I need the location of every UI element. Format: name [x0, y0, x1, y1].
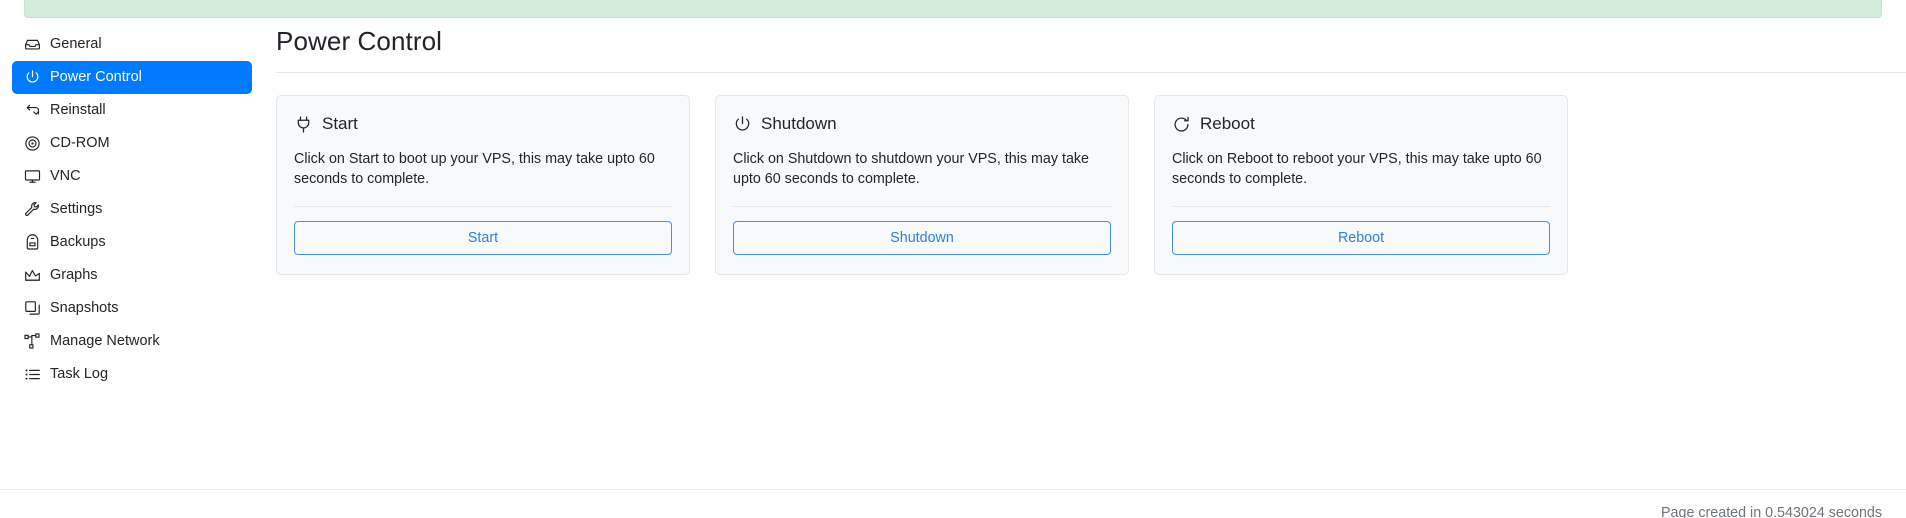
card-divider: [1172, 206, 1550, 207]
sidebar-item-vnc[interactable]: VNC: [12, 160, 252, 193]
card-header: Reboot: [1172, 113, 1550, 135]
inbox-icon: [24, 36, 41, 53]
sidebar-item-cd-rom[interactable]: CD-ROM: [12, 127, 252, 160]
wrench-icon: [24, 201, 41, 218]
sidebar-item-general[interactable]: General: [12, 28, 252, 61]
sidebar-item-label: Settings: [50, 201, 103, 218]
card-divider: [294, 206, 672, 207]
title-divider: [276, 72, 1906, 73]
card-title: Reboot: [1200, 114, 1255, 133]
sidebar-item-label: Reinstall: [50, 102, 106, 119]
disc-icon: [24, 135, 41, 152]
card-title: Shutdown: [761, 114, 837, 133]
sidebar-item-graphs[interactable]: Graphs: [12, 259, 252, 292]
monitor-icon: [24, 168, 41, 185]
plug-icon: [294, 115, 313, 134]
sidebar-item-label: Manage Network: [50, 333, 160, 350]
main-content: Power Control Start Click on Start to bo…: [276, 24, 1906, 275]
refresh-icon: [1172, 115, 1191, 134]
app-root: General Power Control Reinstall CD-ROM V…: [0, 0, 1906, 518]
card-description: Click on Start to boot up your VPS, this…: [294, 151, 655, 187]
sidebar-item-label: General: [50, 36, 102, 53]
start-button[interactable]: Start: [294, 221, 672, 255]
backpack-icon: [24, 234, 41, 251]
card-header: Shutdown: [733, 113, 1111, 135]
reboot-button[interactable]: Reboot: [1172, 221, 1550, 255]
sidebar-item-backups[interactable]: Backups: [12, 226, 252, 259]
sidebar-item-label: Task Log: [50, 366, 109, 383]
sidebar-item-label: Graphs: [50, 267, 98, 284]
sidebar-item-label: VNC: [50, 168, 81, 185]
sidebar-item-label: Backups: [50, 234, 106, 251]
sidebar-item-settings[interactable]: Settings: [12, 193, 252, 226]
card-title: Start: [322, 114, 358, 133]
page-title: Power Control: [276, 26, 443, 56]
sidebar-item-manage-network[interactable]: Manage Network: [12, 325, 252, 358]
sidebar-item-label: Snapshots: [50, 300, 119, 317]
sidebar-item-label: Power Control: [50, 69, 142, 86]
power-card-shutdown: Shutdown Click on Shutdown to shutdown y…: [715, 95, 1129, 275]
sidebar-item-label: CD-ROM: [50, 135, 110, 152]
card-divider: [733, 206, 1111, 207]
reinstall-icon: [24, 102, 41, 119]
sidebar-item-snapshots[interactable]: Snapshots: [12, 292, 252, 325]
card-description: Click on Reboot to reboot your VPS, this…: [1172, 151, 1542, 187]
shutdown-button[interactable]: Shutdown: [733, 221, 1111, 255]
network-nodes-icon: [24, 333, 41, 350]
footer-divider: [0, 489, 1906, 490]
power-card-reboot: Reboot Click on Reboot to reboot your VP…: [1154, 95, 1568, 275]
page-generation-time: Page created in 0.543024 seconds: [1661, 505, 1882, 518]
power-card-start: Start Click on Start to boot up your VPS…: [276, 95, 690, 275]
power-icon: [733, 115, 752, 134]
sidebar-nav: General Power Control Reinstall CD-ROM V…: [12, 28, 252, 391]
list-icon: [24, 366, 41, 383]
chart-area-icon: [24, 267, 41, 284]
power-action-cards: Start Click on Start to boot up your VPS…: [276, 95, 1906, 275]
sidebar-item-reinstall[interactable]: Reinstall: [12, 94, 252, 127]
sidebar-item-power-control[interactable]: Power Control: [12, 61, 252, 94]
card-header: Start: [294, 113, 672, 135]
sidebar-item-task-log[interactable]: Task Log: [12, 358, 252, 391]
card-description: Click on Shutdown to shutdown your VPS, …: [733, 151, 1090, 187]
status-alert-banner: [24, 0, 1882, 18]
power-icon: [24, 69, 41, 86]
copy-icon: [24, 300, 41, 317]
